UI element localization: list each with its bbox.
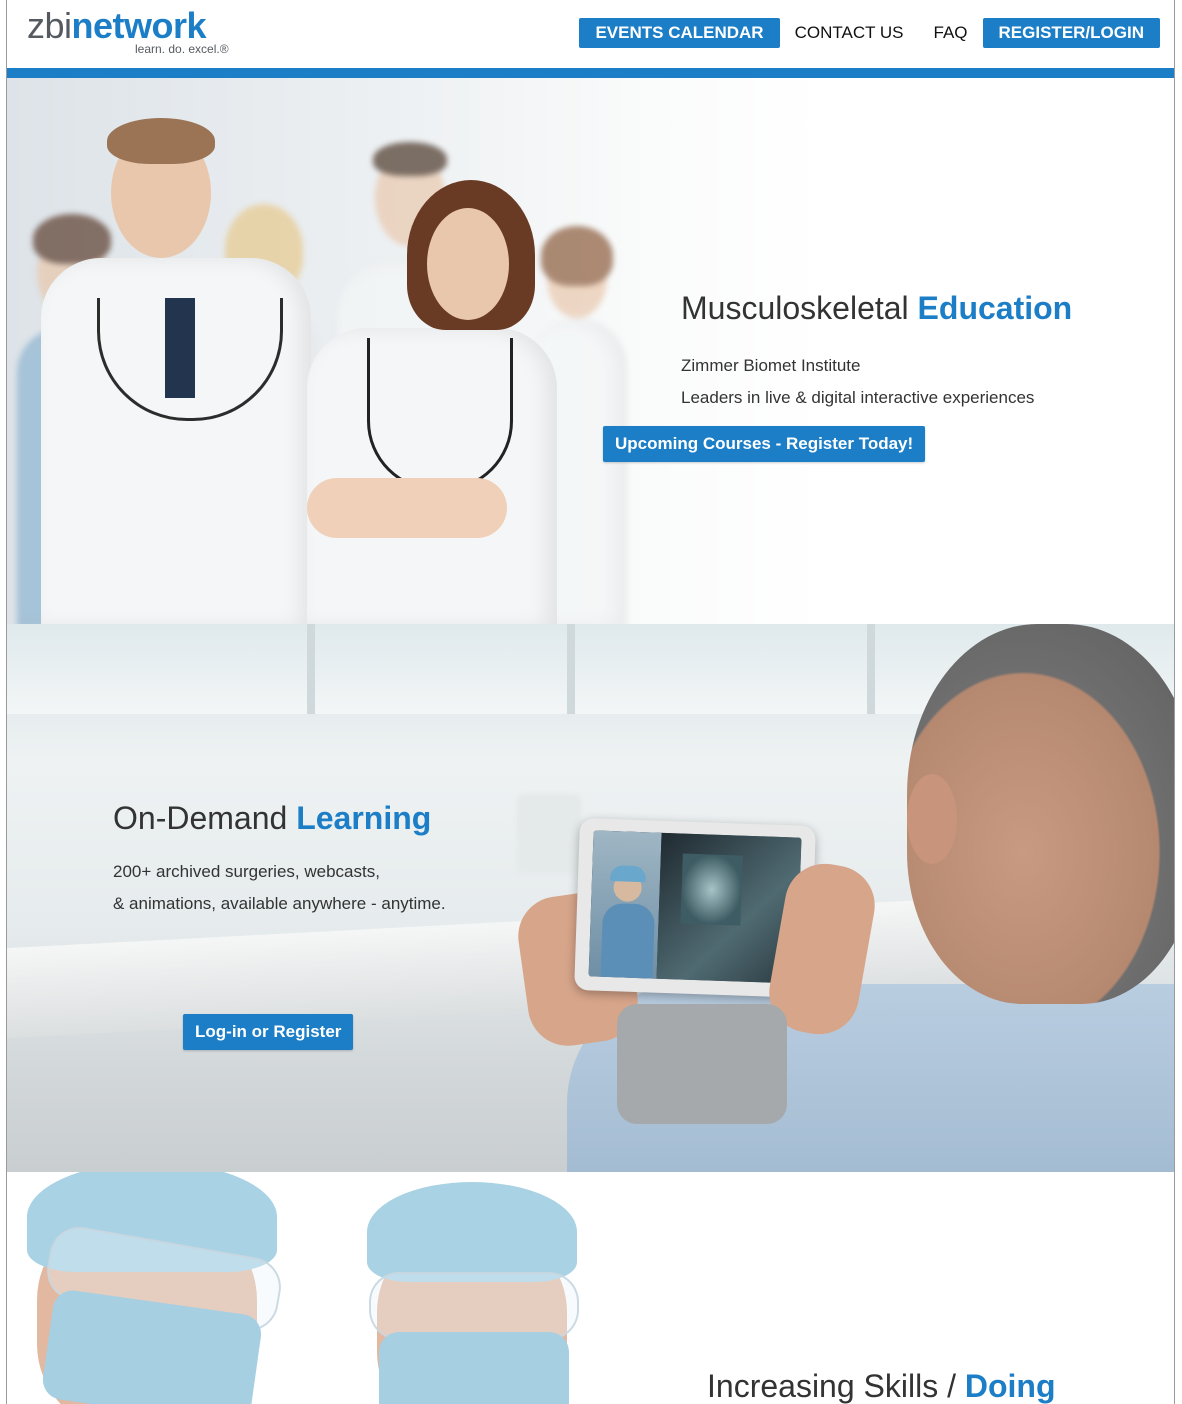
nav-contact-us-link[interactable]: CONTACT US: [780, 18, 919, 48]
hero-section: Musculoskeletal Education Zimmer Biomet …: [7, 78, 1174, 624]
skills-title-accent: Doing: [964, 1368, 1056, 1404]
logo-zbi: zbi: [27, 5, 72, 46]
site-header: zbinetwork learn. do. excel.® EVENTS CAL…: [7, 0, 1174, 68]
page-frame: zbinetwork learn. do. excel.® EVENTS CAL…: [6, 0, 1175, 1404]
header-accent-bar: [7, 68, 1174, 78]
on-demand-section: On-Demand Learning 200+ archived surgeri…: [7, 624, 1174, 1172]
upcoming-courses-button[interactable]: Upcoming Courses - Register Today!: [603, 426, 926, 462]
hero-subtitle-line2: Leaders in live & digital interactive ex…: [681, 388, 1035, 407]
logo-network: network: [71, 5, 207, 46]
nav-events-calendar-button[interactable]: EVENTS CALENDAR: [579, 18, 780, 48]
login-or-register-button[interactable]: Log-in or Register: [183, 1014, 354, 1050]
skills-section: Increasing Skills / Doing: [7, 1172, 1174, 1404]
on-demand-line2: & animations, available anywhere - anyti…: [113, 894, 446, 913]
main-nav: EVENTS CALENDAR CONTACT US FAQ REGISTER/…: [579, 18, 1160, 48]
on-demand-line1: 200+ archived surgeries, webcasts,: [113, 862, 380, 881]
on-demand-title-accent: Learning: [296, 800, 432, 836]
hero-subtitle-line1: Zimmer Biomet Institute: [681, 356, 861, 375]
skills-title: Increasing Skills / Doing: [707, 1368, 1056, 1404]
nav-register-login-button[interactable]: REGISTER/LOGIN: [982, 18, 1160, 48]
on-demand-title-plain: On-Demand: [113, 800, 297, 836]
skills-title-plain: Increasing Skills /: [707, 1368, 965, 1404]
logo-wordmark: zbinetwork: [27, 5, 207, 46]
on-demand-title: On-Demand Learning: [113, 800, 431, 837]
nav-faq-link[interactable]: FAQ: [919, 18, 983, 48]
logo[interactable]: zbinetwork learn. do. excel.®: [27, 5, 229, 57]
hero-title: Musculoskeletal Education: [681, 290, 1072, 327]
hero-title-accent: Education: [917, 290, 1073, 326]
hero-title-plain: Musculoskeletal: [681, 290, 918, 326]
logo-tagline: learn. do. excel.®: [135, 42, 229, 56]
